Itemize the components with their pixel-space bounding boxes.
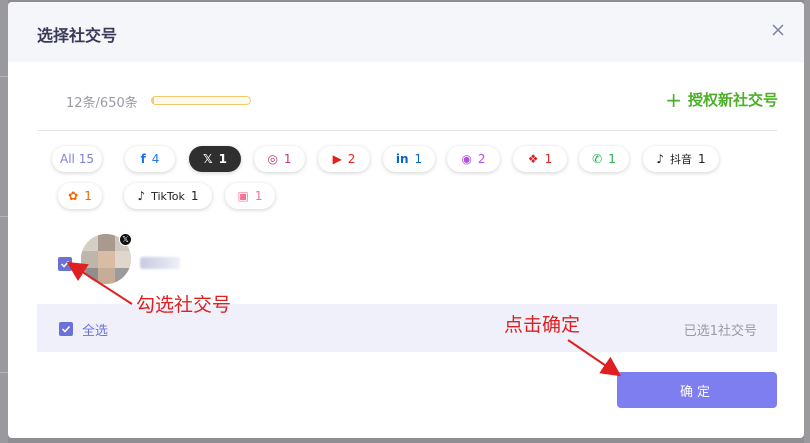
filter-chip-count: 1 bbox=[283, 152, 292, 166]
kuaishou-icon: ✿ bbox=[68, 189, 79, 203]
dialog-header: 选择社交号 bbox=[8, 2, 804, 62]
filter-chip-count: 1 bbox=[84, 189, 92, 203]
select-all-label[interactable]: 全选 bbox=[82, 320, 108, 339]
filter-chip-count: 1 bbox=[190, 189, 199, 203]
filter-chip-count: 4 bbox=[151, 152, 160, 166]
linkedin-icon: in bbox=[395, 152, 409, 166]
filter-chip-count: 1 bbox=[608, 152, 616, 166]
facebook-icon: f bbox=[140, 152, 146, 166]
filter-chip-kuaishou[interactable]: ✿ 1 bbox=[58, 183, 102, 209]
divider bbox=[37, 130, 777, 131]
confirm-button[interactable]: 确定 bbox=[617, 372, 777, 408]
filter-chip-bilibili[interactable]: ▣ 1 bbox=[225, 183, 275, 209]
dialog-title: 选择社交号 bbox=[37, 26, 118, 45]
filter-chip-x[interactable]: 𝕏1 bbox=[189, 146, 241, 172]
douyin-icon: ♪ bbox=[656, 152, 665, 166]
filter-chip-all[interactable]: All 15 bbox=[52, 146, 102, 172]
quota-progress-fill bbox=[152, 97, 154, 104]
filter-chip-label: TikTok bbox=[151, 189, 185, 203]
filter-chip-youtube[interactable]: ▶ 2 bbox=[318, 146, 370, 172]
account-checkbox[interactable] bbox=[58, 257, 72, 271]
instagram-icon: ◎ bbox=[267, 152, 278, 166]
filter-chip-count: 2 bbox=[477, 152, 486, 166]
filter-chip-count: 2 bbox=[347, 152, 356, 166]
background-left-panel bbox=[0, 0, 8, 443]
filter-chip-count: 1 bbox=[698, 152, 706, 166]
filter-chip-instagram[interactable]: ◎ 1 bbox=[254, 146, 305, 172]
wechat-icon: ✆ bbox=[592, 152, 603, 166]
xiaohongshu-icon: ❖ bbox=[527, 152, 539, 166]
plus-icon: + bbox=[665, 87, 682, 112]
youtube-icon: ▶ bbox=[332, 152, 342, 166]
filter-chip-podcast[interactable]: ◉ 2 bbox=[447, 146, 500, 172]
close-icon[interactable] bbox=[768, 20, 788, 40]
filter-chip-linkedin[interactable]: in 1 bbox=[383, 146, 435, 172]
bilibili-icon: ▣ bbox=[237, 189, 249, 203]
x-platform-badge-icon: 𝕏 bbox=[119, 233, 132, 246]
filter-chip-wechat[interactable]: ✆ 1 bbox=[579, 146, 629, 172]
filter-chip-facebook[interactable]: f4 bbox=[125, 146, 175, 172]
filter-chip-xiaohongshu[interactable]: ❖ 1 bbox=[513, 146, 567, 172]
annotation-select-account: 勾选社交号 bbox=[136, 294, 232, 316]
select-all-checkbox[interactable] bbox=[59, 322, 73, 336]
x-icon: 𝕏 bbox=[202, 152, 213, 166]
quota-text: 12条/650条 bbox=[66, 96, 138, 111]
account-name-blurred bbox=[140, 257, 180, 269]
authorize-new-account-button[interactable]: + 授权新社交号 bbox=[665, 89, 778, 110]
filter-chip-douyin[interactable]: ♪ 抖音 1 bbox=[643, 146, 719, 172]
authorize-new-account-label: 授权新社交号 bbox=[687, 91, 778, 109]
filter-chip-tiktok[interactable]: ♪ TikTok 1 bbox=[124, 183, 212, 209]
selected-count: 已选1社交号 bbox=[683, 324, 757, 339]
background-right-panel bbox=[804, 0, 810, 443]
filter-chip-label: 抖音 bbox=[670, 153, 693, 166]
quota-progress-bar bbox=[151, 96, 251, 105]
filter-chip-count: 1 bbox=[218, 152, 228, 166]
filter-chip-count: 1 bbox=[544, 152, 553, 166]
tiktok-icon: ♪ bbox=[137, 189, 146, 203]
filter-chip-count: 1 bbox=[414, 152, 423, 166]
annotation-click-confirm: 点击确定 bbox=[504, 314, 581, 336]
select-social-account-dialog: 选择社交号 12条/650条 + 授权新社交号 All 15 f 4 𝕏 1 ◎ 1 ▶ 2 in… bbox=[8, 2, 804, 438]
filter-chip-count: 1 bbox=[254, 189, 263, 203]
filter-chip-label: All 15 bbox=[60, 152, 94, 166]
podcast-icon: ◉ bbox=[461, 152, 472, 166]
